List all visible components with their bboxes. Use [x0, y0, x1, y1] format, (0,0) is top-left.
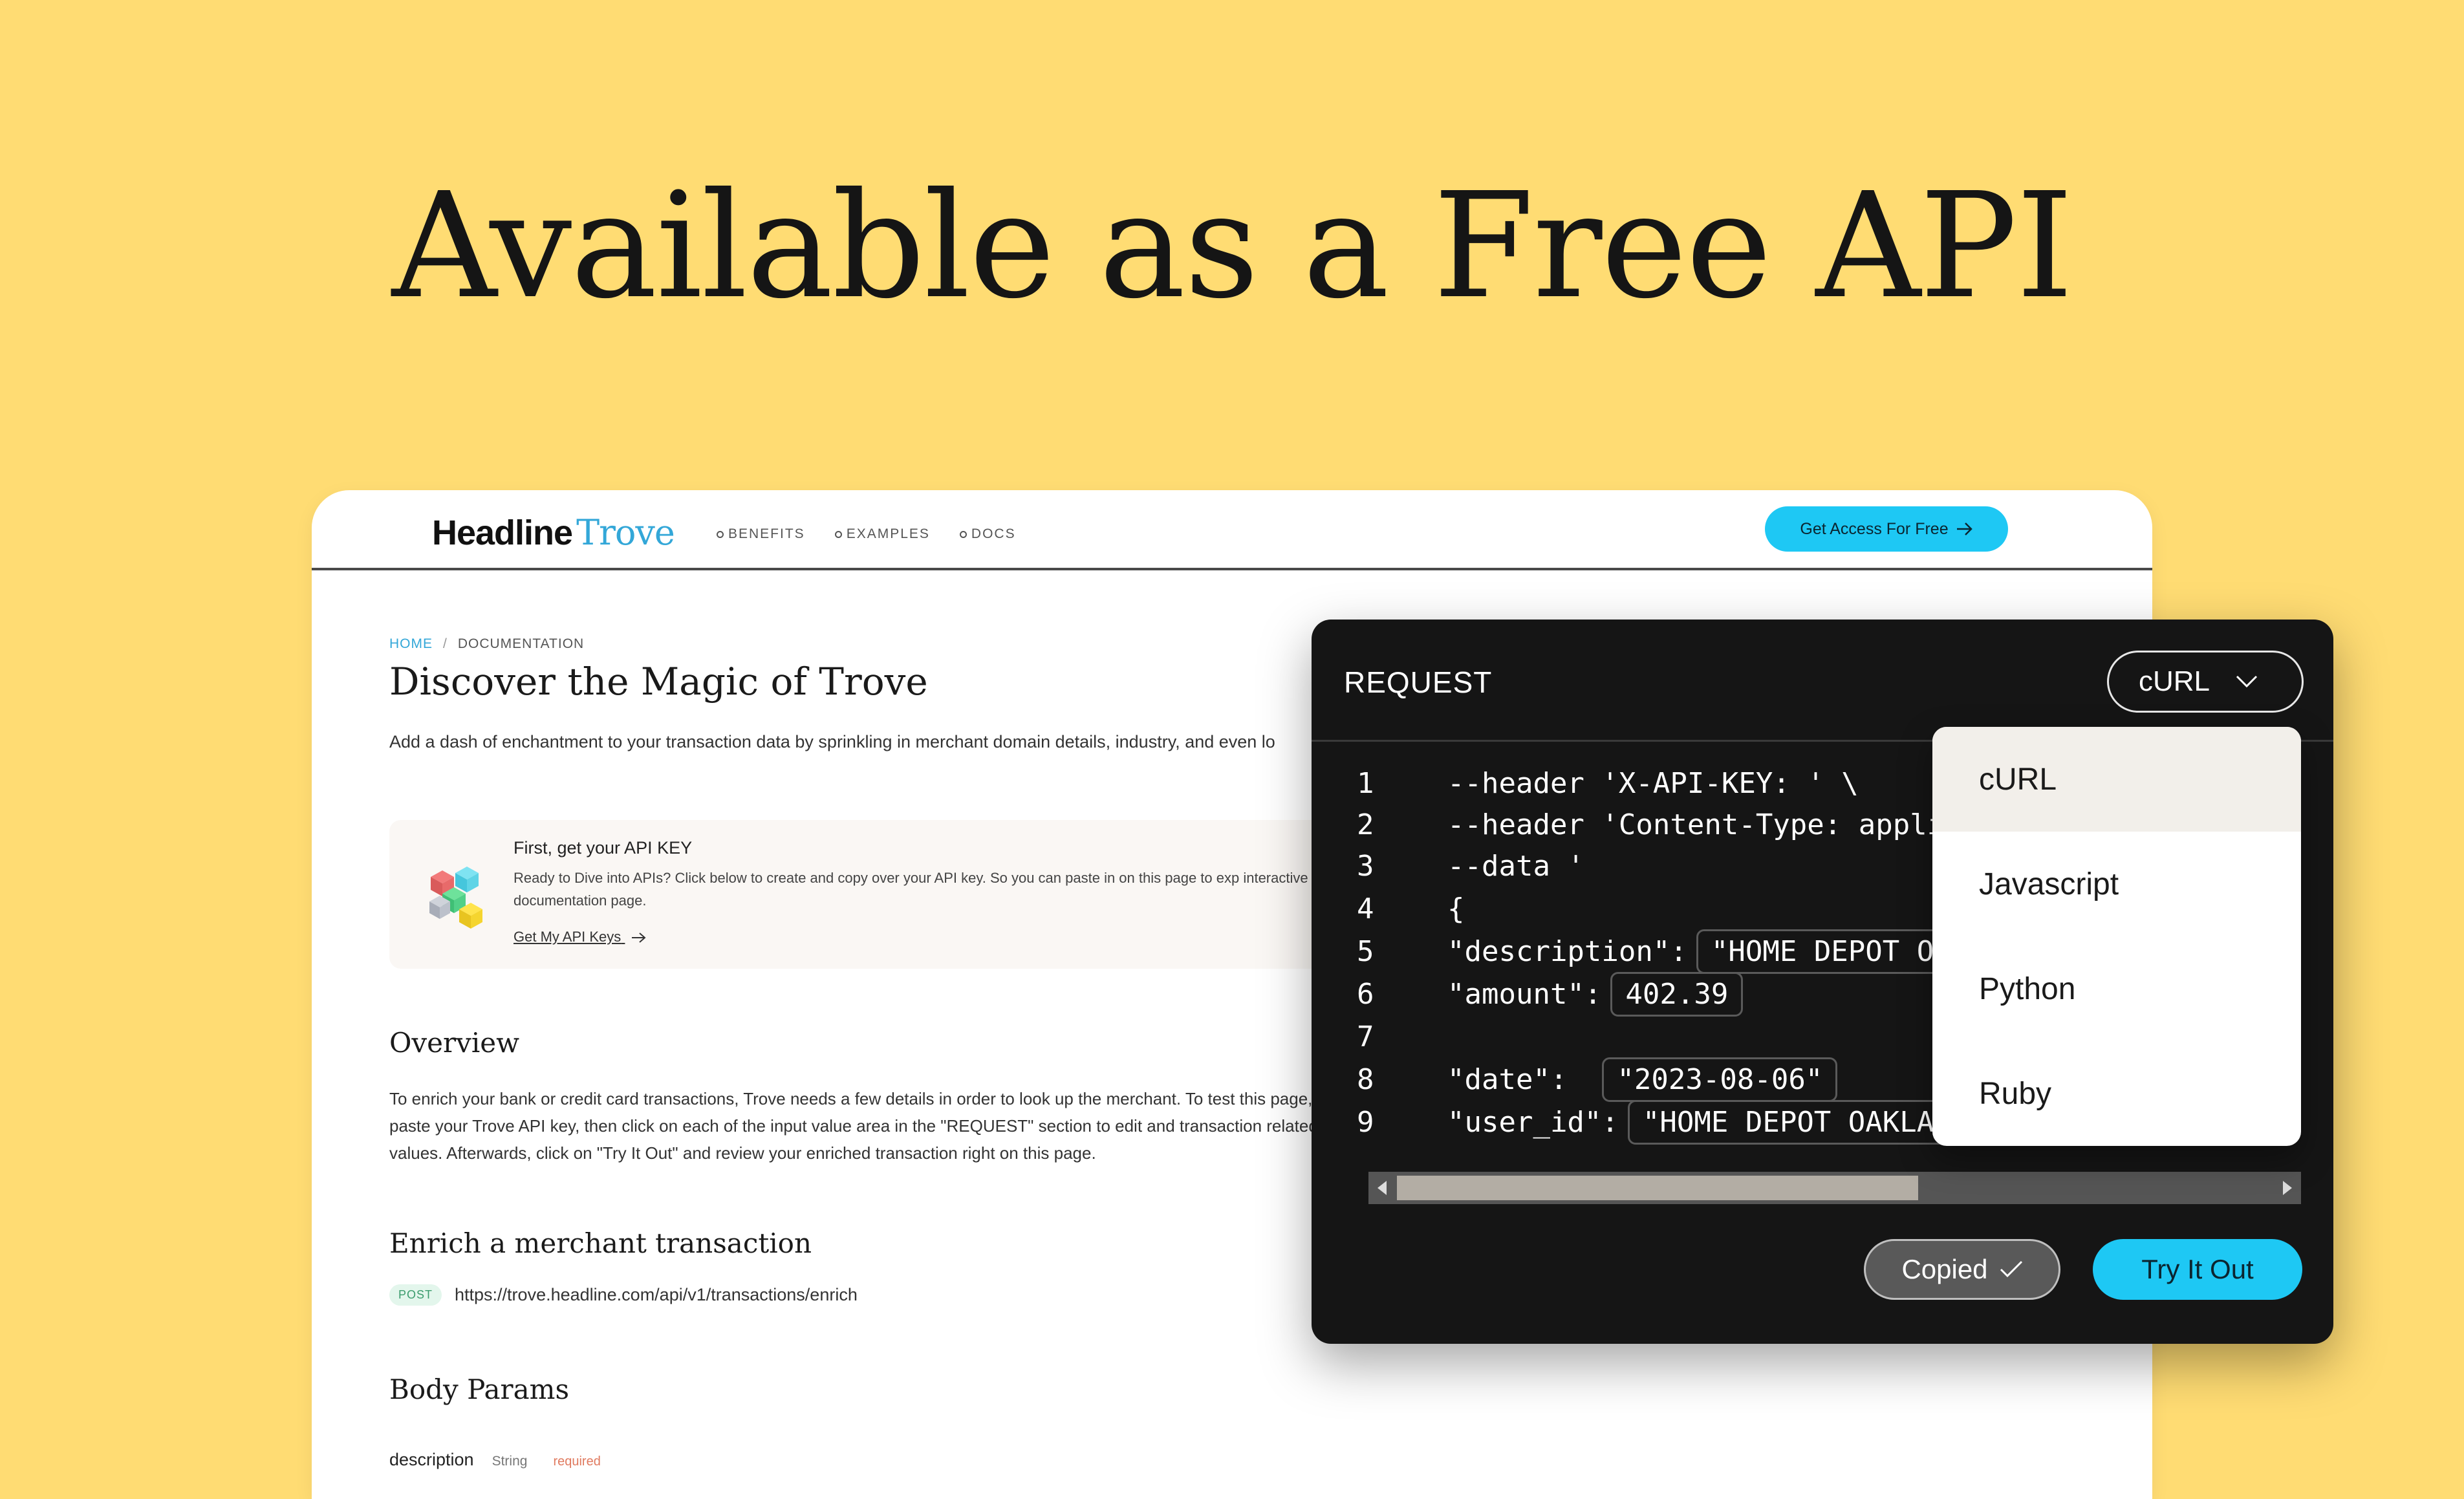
endpoint: POST https://trove.headline.com/api/v1/t… — [389, 1284, 858, 1306]
api-key-card: First, get your API KEY Ready to Dive in… — [389, 820, 1424, 969]
hero-title: Available as a Free API — [391, 162, 2073, 331]
nav-docs[interactable]: DOCS — [959, 526, 1016, 542]
breadcrumb-current: DOCUMENTATION — [457, 636, 585, 651]
language-select[interactable]: cURL — [2107, 651, 2304, 713]
page-title: Discover the Magic of Trove — [389, 660, 928, 704]
api-key-card-text: Ready to Dive into APIs? Click below to … — [513, 870, 1308, 909]
arrow-right-icon — [632, 933, 646, 943]
code-line: 4{ — [1357, 892, 1465, 925]
method-badge: POST — [389, 1284, 442, 1306]
nav-examples[interactable]: EXAMPLES — [834, 526, 930, 542]
logo-headline: Headline — [432, 513, 573, 552]
logo-trove: Trove — [576, 512, 675, 553]
date-value[interactable]: "2023-08-06" — [1602, 1057, 1838, 1102]
language-option-python[interactable]: Python — [1932, 936, 2301, 1041]
site-logo[interactable]: Headline Trove — [432, 512, 675, 553]
chevron-down-icon — [2236, 675, 2258, 688]
code-line: 1 --header 'X-API-KEY: ' \ — [1357, 766, 1859, 800]
main-nav: BENEFITS EXAMPLES DOCS — [717, 526, 1016, 542]
site-header: Headline Trove BENEFITS EXAMPLES DOCS Get… — [312, 490, 2152, 570]
code-line: 6 "amount": 402.39 — [1344, 971, 1744, 1017]
user-id-value[interactable]: "HOME DEPOT OAKLAND — [1627, 1099, 1983, 1145]
copied-button[interactable]: Copied — [1864, 1239, 2060, 1300]
bullet-icon — [834, 530, 842, 538]
code-line: 2 --header 'Content-Type: applica — [1357, 808, 1979, 841]
code-line: 5 "description": "HOME DEPOT OAK — [1344, 929, 1983, 974]
param-name: description — [389, 1450, 474, 1469]
get-api-keys-link[interactable]: Get My API Keys — [513, 929, 647, 945]
language-option-javascript[interactable]: Javascript — [1932, 832, 2301, 936]
check-icon — [2000, 1260, 2022, 1278]
body-params-heading: Body Params — [389, 1374, 570, 1405]
scrollbar-thumb[interactable] — [1397, 1176, 1918, 1200]
endpoint-url: https://trove.headline.com/api/v1/transa… — [455, 1285, 858, 1304]
enrich-heading: Enrich a merchant transaction — [389, 1227, 812, 1259]
arrow-right-icon — [1956, 523, 1972, 535]
language-dropdown: cURL Javascript Python Ruby — [1932, 727, 2301, 1146]
get-access-button[interactable]: Get Access For Free — [1765, 506, 2008, 552]
language-option-curl[interactable]: cURL — [1932, 727, 2301, 832]
nav-benefits[interactable]: BENEFITS — [717, 526, 805, 542]
breadcrumb: HOME / DOCUMENTATION — [389, 636, 584, 652]
overview-heading: Overview — [389, 1027, 520, 1059]
try-it-out-button[interactable]: Try It Out — [2093, 1239, 2302, 1300]
horizontal-scrollbar[interactable] — [1368, 1172, 2301, 1204]
page-lead: Add a dash of enchantment to your transa… — [389, 732, 1275, 751]
scroll-left-icon[interactable] — [1378, 1181, 1387, 1195]
param-required: required — [553, 1454, 601, 1469]
overview-text: To enrich your bank or credit card trans… — [389, 1089, 1318, 1163]
code-line: 9 "user_id": "HOME DEPOT OAKLAND — [1344, 1099, 1983, 1145]
scroll-right-icon[interactable] — [2283, 1181, 2292, 1195]
api-key-card-title: First, get your API KEY — [513, 838, 693, 857]
cubes-icon — [429, 867, 482, 929]
param-type: String — [492, 1454, 528, 1469]
code-line: 7 — [1357, 1020, 1374, 1053]
breadcrumb-home[interactable]: HOME — [389, 636, 433, 651]
bullet-icon — [959, 530, 967, 538]
bullet-icon — [717, 530, 724, 538]
breadcrumb-separator: / — [443, 636, 448, 651]
code-line: 8 "date": "2023-08-06" — [1344, 1057, 1838, 1102]
amount-value[interactable]: 402.39 — [1610, 971, 1744, 1017]
request-title: REQUEST — [1344, 665, 1493, 699]
language-option-ruby[interactable]: Ruby — [1932, 1041, 2301, 1146]
param-row: description String required — [389, 1450, 601, 1470]
code-line: 3 --data ' — [1357, 849, 1584, 883]
